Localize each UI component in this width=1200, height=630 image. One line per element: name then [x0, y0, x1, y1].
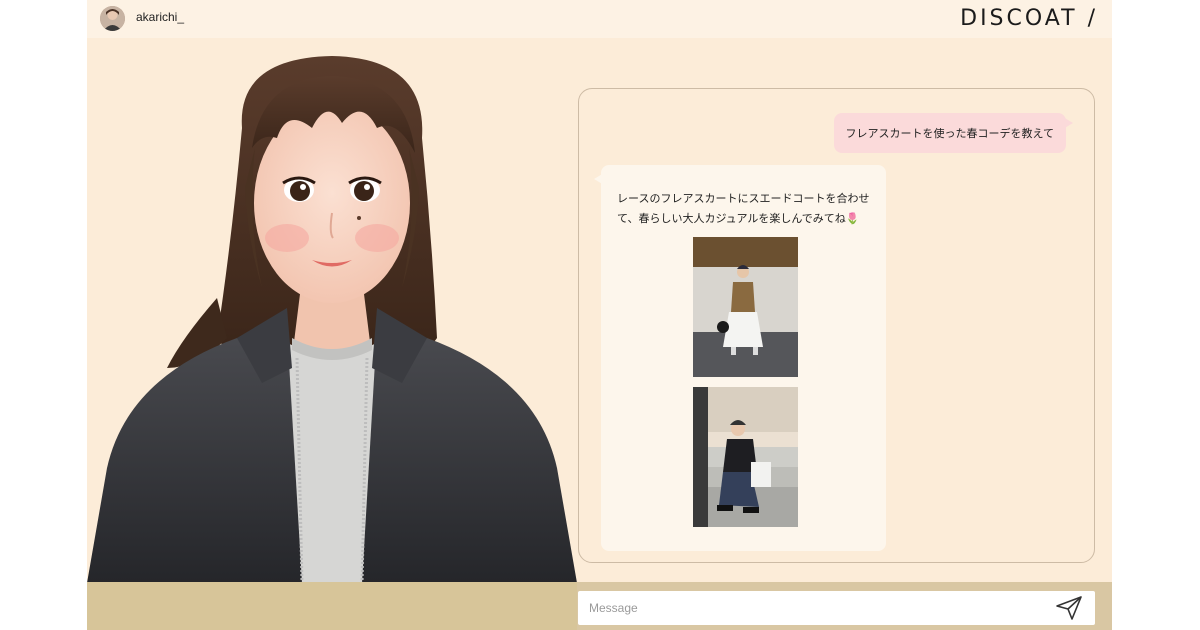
chat-panel: フレアスカートを使った春コーデを教えて レースのフレアスカートにスエードコートを… [578, 88, 1095, 563]
character-illustration [87, 56, 577, 584]
bot-message-bubble: レースのフレアスカートにスエードコートを合わせて、春らしい大人カジュアルを楽しん… [594, 165, 886, 551]
user-message-text: フレアスカートを使った春コーデを教えて [845, 127, 1054, 140]
avatar[interactable] [100, 6, 125, 31]
app-frame: akarichi_ DISCOAT / フレアスカートを使った春コーデを教えて … [87, 0, 1112, 630]
username[interactable]: akarichi_ [136, 10, 184, 24]
bot-message-text: レースのフレアスカートにスエードコートを合わせて、春らしい大人カジュアルを楽しん… [617, 192, 870, 225]
outfit-photo[interactable] [693, 387, 798, 527]
avatar-character [87, 38, 577, 630]
header: akarichi_ DISCOAT / [87, 0, 1112, 38]
message-input[interactable] [578, 591, 1038, 625]
outfit-photo[interactable] [693, 237, 798, 377]
outfit-photo-image [693, 237, 798, 377]
user-message-bubble: フレアスカートを使った春コーデを教えて [833, 113, 1074, 153]
character-overlay [87, 582, 577, 630]
send-button[interactable] [1055, 595, 1083, 621]
message-composer [578, 591, 1095, 625]
send-icon [1056, 596, 1082, 620]
avatar-image [100, 6, 125, 31]
outfit-photo-image [693, 387, 798, 527]
brand-logo[interactable]: DISCOAT / [960, 6, 1098, 31]
